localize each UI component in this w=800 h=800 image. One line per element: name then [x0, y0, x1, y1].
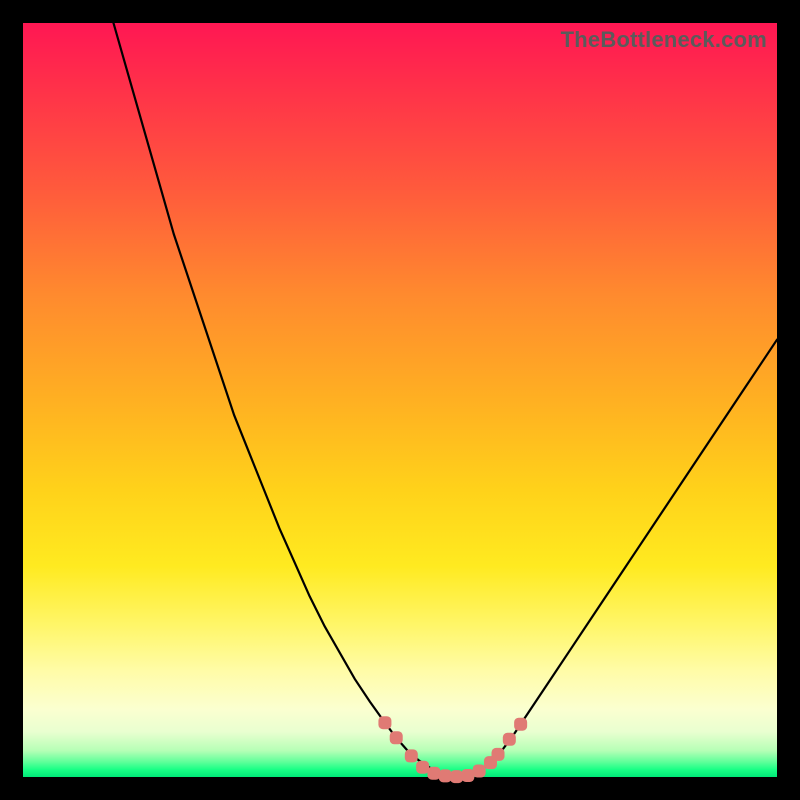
marker-point [492, 748, 505, 761]
marker-point [439, 769, 452, 782]
plot-area: TheBottleneck.com [23, 23, 777, 777]
marker-point [514, 718, 527, 731]
curve-left [113, 23, 460, 777]
marker-point [427, 767, 440, 780]
marker-point [390, 731, 403, 744]
curve-layer [23, 23, 777, 777]
curve-right [460, 340, 777, 777]
marker-point [416, 761, 429, 774]
chart-container: TheBottleneck.com [0, 0, 800, 800]
marker-point [405, 749, 418, 762]
marker-point [461, 769, 474, 782]
marker-point [503, 733, 516, 746]
marker-point [473, 764, 486, 777]
marker-point [450, 770, 463, 783]
marker-point [378, 716, 391, 729]
bottleneck-markers [378, 716, 527, 783]
